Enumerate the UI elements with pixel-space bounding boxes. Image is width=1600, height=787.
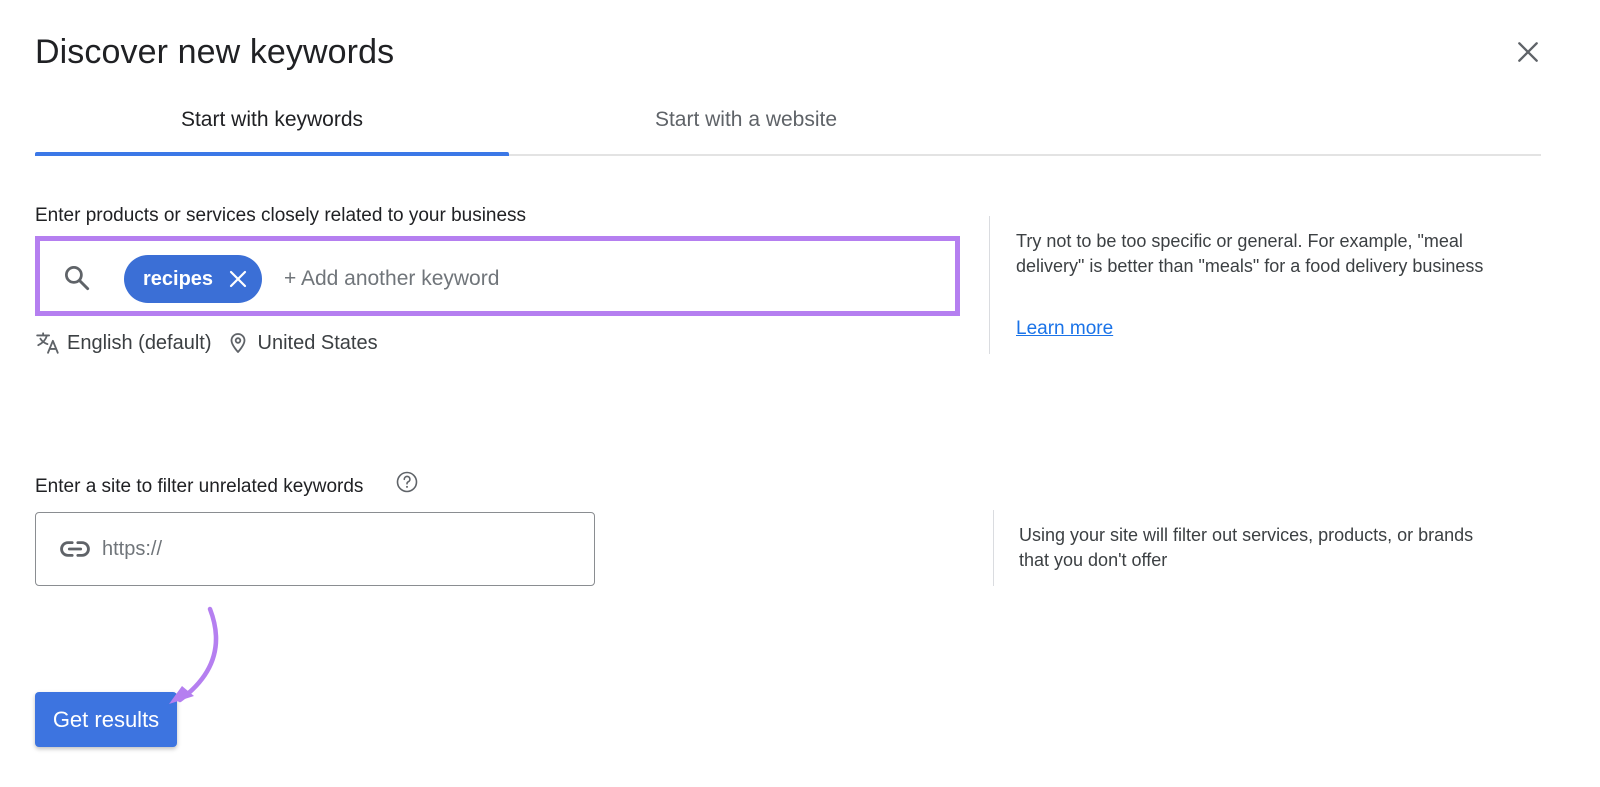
site-url-input[interactable] [102, 531, 572, 567]
keywords-field-label: Enter products or services closely relat… [35, 205, 527, 226]
learn-more-link[interactable]: Learn more [1016, 318, 1113, 340]
tab-label: Start with a website [654, 108, 838, 131]
location-pin-icon [230, 333, 245, 353]
keyword-input[interactable] [284, 261, 884, 297]
close-icon [1518, 42, 1538, 62]
get-results-button[interactable]: Get results [35, 692, 177, 747]
active-tab-indicator [35, 152, 509, 156]
site-field-label-text: Enter a site to filter unrelated keyword… [35, 476, 364, 497]
language-selector[interactable]: English (default) [35, 330, 212, 356]
targeting-row: English (default) United States [35, 328, 378, 358]
location-label: United States [257, 331, 378, 354]
language-label: English (default) [67, 331, 212, 354]
tab-label: Start with keywords [180, 108, 364, 131]
location-selector[interactable]: United States [226, 331, 378, 355]
dialog-title: Discover new keywords [35, 33, 395, 71]
divider [989, 216, 990, 354]
site-field-label: Enter a site to filter unrelated keyword… [35, 476, 363, 498]
tab-start-with-keywords[interactable]: Start with keywords [35, 88, 509, 152]
translate-icon [36, 332, 59, 354]
site-input-box[interactable] [35, 512, 595, 586]
site-help-text: Using your site will filter out services… [1019, 525, 1474, 570]
help-circle-icon[interactable] [395, 470, 419, 494]
search-icon [65, 266, 90, 291]
divider [993, 510, 994, 586]
tab-bar: Start with keywords Start with a website [35, 88, 1541, 156]
keywords-help-text: Try not to be too specific or general. F… [1016, 231, 1484, 276]
keyword-chip[interactable]: recipes [124, 255, 262, 303]
link-icon [60, 541, 90, 557]
keyword-chip-label: recipes [143, 267, 214, 290]
tab-start-with-website[interactable]: Start with a website [509, 88, 983, 152]
keyword-input-box[interactable]: recipes [35, 236, 960, 316]
close-button[interactable] [1508, 32, 1548, 72]
keyword-planner-dialog: Discover new keywords Start with keyword… [0, 0, 1600, 787]
close-icon[interactable] [226, 267, 250, 291]
